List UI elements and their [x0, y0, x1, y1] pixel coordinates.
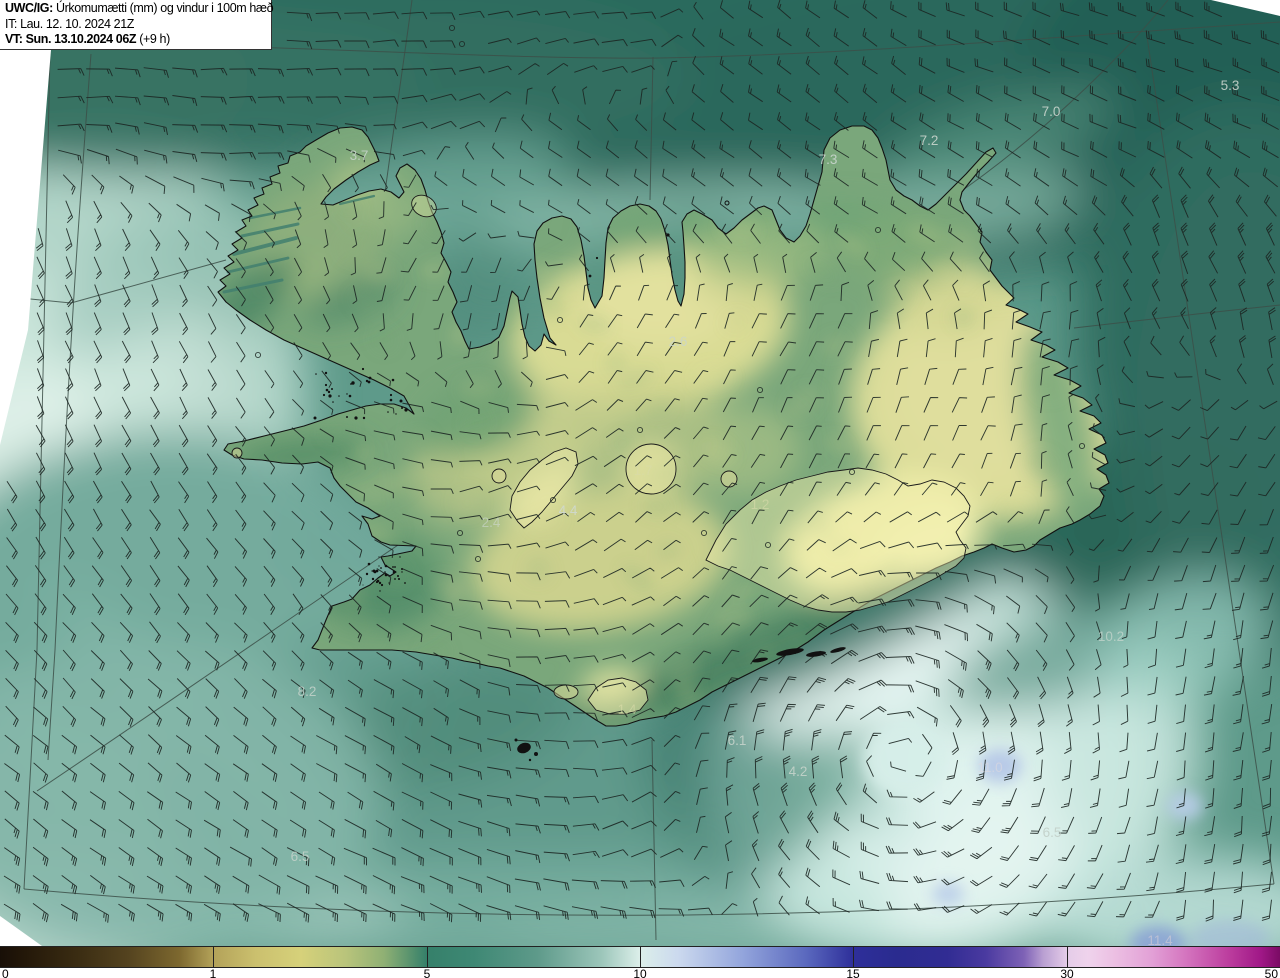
svg-text:6.5: 6.5 [291, 849, 310, 864]
svg-text:4.4: 4.4 [559, 503, 578, 518]
svg-text:1.4: 1.4 [618, 702, 637, 717]
svg-text:4.2: 4.2 [789, 764, 808, 779]
svg-text:7.3: 7.3 [819, 152, 838, 167]
svg-text:2.4: 2.4 [482, 515, 501, 530]
svg-text:2.6: 2.6 [669, 334, 688, 349]
svg-text:6.1: 6.1 [728, 733, 747, 748]
svg-text:1.7: 1.7 [634, 463, 653, 478]
svg-text:6.5: 6.5 [1043, 825, 1062, 840]
svg-text:7.0: 7.0 [1042, 104, 1061, 119]
svg-text:8.2: 8.2 [298, 684, 317, 699]
svg-text:7.2: 7.2 [920, 133, 939, 148]
svg-text:3.7: 3.7 [350, 148, 369, 163]
svg-text:1.2: 1.2 [751, 497, 770, 512]
svg-text:11.0: 11.0 [977, 760, 1002, 775]
svg-text:10.2: 10.2 [1098, 629, 1124, 644]
svg-text:5.3: 5.3 [1221, 78, 1240, 93]
